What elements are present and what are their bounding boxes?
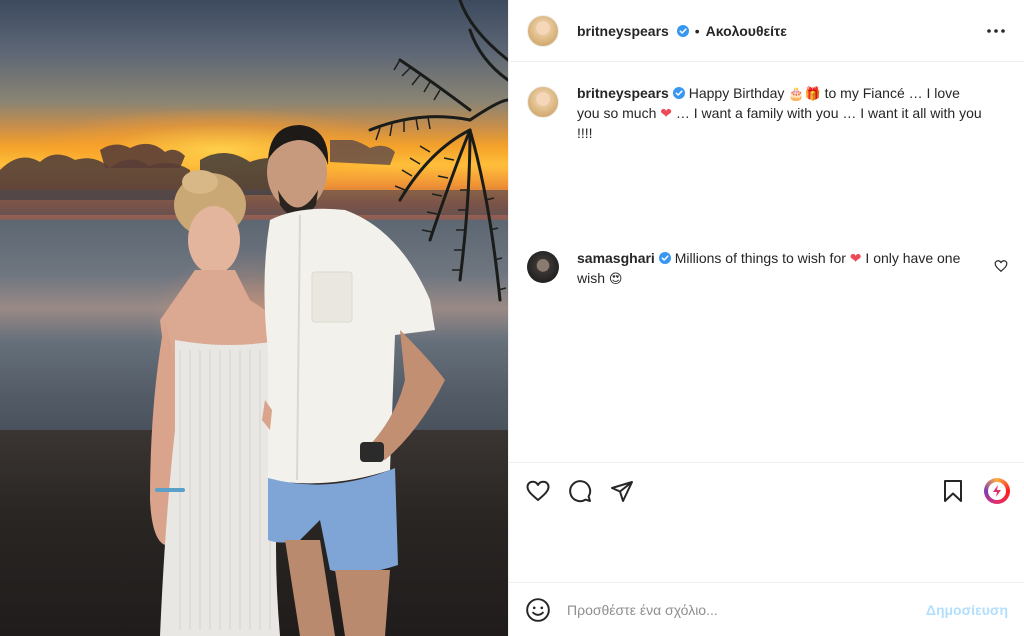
verified-badge-icon	[676, 24, 689, 37]
comment-bubble-icon	[569, 479, 592, 502]
likes-area	[509, 518, 1024, 582]
author-avatar[interactable]	[527, 14, 559, 47]
more-options-button[interactable]	[984, 19, 1008, 43]
following-button[interactable]: Ακολουθείτε	[706, 23, 787, 39]
red-heart-emoji: ❤	[849, 251, 862, 267]
comment-text-part1: Millions of things to wish for	[674, 250, 850, 266]
commenter-avatar[interactable]	[527, 251, 559, 283]
emoji-picker-icon[interactable]	[525, 597, 551, 623]
separator-dot: •	[694, 22, 700, 39]
comment-item: samasghari Millions of things to wish fo…	[527, 249, 1008, 289]
action-bar	[509, 462, 1024, 518]
author-username[interactable]: britneyspears	[577, 23, 669, 39]
instagram-post: britneyspears • Ακολουθείτε britneyspear…	[0, 0, 1024, 636]
post-comment-button[interactable]: Δημοσίευση	[926, 602, 1008, 618]
boost-inner	[988, 481, 1006, 500]
caption: britneyspears Happy Birthday 🎂🎁 to my Fi…	[527, 84, 1008, 143]
action-bar-right	[940, 477, 1010, 504]
paper-plane-icon	[611, 480, 633, 502]
post-details-panel: britneyspears • Ακολουθείτε britneyspear…	[508, 0, 1024, 636]
post-photo[interactable]	[0, 0, 508, 636]
post-header: britneyspears • Ακολουθείτε	[509, 0, 1024, 62]
verified-badge-icon	[658, 252, 671, 264]
boost-ring-icon[interactable]	[984, 477, 1010, 504]
cake-gift-emoji: 🎂🎁	[788, 87, 821, 102]
commenter-username[interactable]: samasghari	[577, 250, 655, 266]
caption-text-part1: Happy Birthday	[688, 85, 789, 101]
couple-figures	[150, 125, 445, 636]
comment-body: samasghari Millions of things to wish fo…	[577, 249, 1008, 289]
caption-body: britneyspears Happy Birthday 🎂🎁 to my Fi…	[577, 84, 1008, 143]
lightning-icon	[993, 484, 1001, 497]
share-button[interactable]	[609, 478, 635, 504]
add-comment-bar: Δημοσίευση	[509, 582, 1024, 636]
verified-badge-icon	[672, 87, 685, 99]
comment-input[interactable]	[567, 601, 926, 618]
author-username-wrap: britneyspears	[577, 23, 689, 39]
comment-button[interactable]	[567, 478, 593, 504]
caption-avatar[interactable]	[527, 86, 559, 118]
caption-username[interactable]: britneyspears	[577, 85, 669, 101]
more-horizontal-icon	[987, 28, 1005, 33]
comment-like-heart-icon[interactable]	[994, 259, 1008, 273]
red-heart-emoji: ❤	[660, 106, 672, 122]
save-button[interactable]	[940, 478, 966, 504]
heart-eyes-emoji: 😍	[608, 272, 623, 287]
like-button[interactable]	[525, 478, 551, 504]
comments-section: britneyspears Happy Birthday 🎂🎁 to my Fi…	[509, 62, 1024, 462]
heart-outline-icon	[526, 480, 550, 501]
bookmark-icon	[944, 479, 962, 502]
